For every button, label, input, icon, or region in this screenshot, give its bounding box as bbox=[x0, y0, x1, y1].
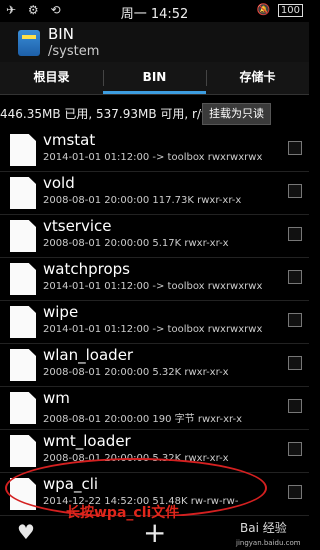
file-meta: 2008-08-01 20:00:00 5.32K rwxr-xr-x bbox=[43, 453, 229, 464]
file-meta: 2008-08-01 20:00:00 117.73K rwxr-xr-x bbox=[43, 195, 242, 206]
file-row[interactable]: wipe 2014-01-01 01:12:00 -> toolbox rwxr… bbox=[0, 300, 309, 344]
file-checkbox[interactable] bbox=[288, 442, 302, 456]
watermark-logo: Bai 经验 bbox=[240, 521, 287, 535]
storage-info: 446.35MB 已用, 537.93MB 可用, r/w bbox=[0, 107, 211, 121]
file-name: wpa_cli bbox=[43, 475, 99, 493]
heart-icon[interactable]: ♥ bbox=[17, 520, 35, 544]
file-icon bbox=[10, 177, 36, 209]
file-checkbox[interactable] bbox=[288, 270, 302, 284]
file-meta: 2008-08-01 20:00:00 5.17K rwxr-xr-x bbox=[43, 238, 229, 249]
file-row[interactable]: wm 2008-08-01 20:00:00 190 字节 rwxr-xr-x bbox=[0, 386, 309, 430]
page-title: BIN bbox=[48, 25, 74, 43]
file-icon bbox=[10, 134, 36, 166]
file-name: wmt_loader bbox=[43, 432, 131, 450]
mute-icon: 🔕 bbox=[256, 3, 271, 16]
file-name: wlan_loader bbox=[43, 346, 134, 364]
current-path: /system bbox=[48, 44, 100, 59]
tab-root[interactable]: 根目录 bbox=[0, 62, 103, 94]
mount-readonly-button[interactable]: 挂载为只读 bbox=[202, 103, 271, 125]
file-row[interactable]: wmt_loader 2008-08-01 20:00:00 5.32K rwx… bbox=[0, 429, 309, 473]
file-meta: 2008-08-01 20:00:00 190 字节 rwxr-xr-x bbox=[43, 414, 243, 425]
file-name: vtservice bbox=[43, 217, 112, 235]
status-right: 🔕 100 bbox=[256, 3, 303, 17]
file-checkbox[interactable] bbox=[288, 184, 302, 198]
file-name: vmstat bbox=[43, 131, 96, 149]
status-bar: ✈ ⚙ ⟲ 周一 14:52 🔕 100 bbox=[0, 0, 309, 22]
tab-bar: 根目录 BIN 存储卡 bbox=[0, 62, 309, 95]
file-checkbox[interactable] bbox=[288, 356, 302, 370]
file-checkbox[interactable] bbox=[288, 399, 302, 413]
file-row[interactable]: vtservice 2008-08-01 20:00:00 5.17K rwxr… bbox=[0, 214, 309, 258]
battery-icon: 100 bbox=[277, 4, 303, 17]
file-row[interactable]: vmstat 2014-01-01 01:12:00 -> toolbox rw… bbox=[0, 128, 309, 172]
file-icon bbox=[10, 392, 36, 424]
file-icon bbox=[10, 306, 36, 338]
tab-active-indicator bbox=[103, 91, 206, 94]
file-meta: 2014-01-01 01:12:00 -> toolbox rwxrwxrwx bbox=[43, 281, 263, 292]
tab-sdcard[interactable]: 存储卡 bbox=[206, 62, 309, 94]
annotation-text: 长按wpa_cli文件 bbox=[66, 505, 180, 521]
file-row[interactable]: wlan_loader 2008-08-01 20:00:00 5.32K rw… bbox=[0, 343, 309, 387]
file-icon bbox=[10, 220, 36, 252]
file-checkbox[interactable] bbox=[288, 141, 302, 155]
watermark-url: jingyan.baidu.com bbox=[236, 539, 301, 547]
file-name: wm bbox=[43, 389, 70, 407]
file-name: wipe bbox=[43, 303, 79, 321]
file-name: watchprops bbox=[43, 260, 130, 278]
file-icon bbox=[10, 478, 36, 510]
file-checkbox[interactable] bbox=[288, 485, 302, 499]
file-name: vold bbox=[43, 174, 75, 192]
file-icon bbox=[10, 435, 36, 467]
file-row[interactable]: watchprops 2014-01-01 01:12:00 -> toolbo… bbox=[0, 257, 309, 301]
storage-info-bar: 446.35MB 已用, 537.93MB 可用, r/w 挂载为只读 bbox=[0, 101, 309, 127]
file-meta: 2008-08-01 20:00:00 5.32K rwxr-xr-x bbox=[43, 367, 229, 378]
file-checkbox[interactable] bbox=[288, 313, 302, 327]
tab-bin[interactable]: BIN bbox=[103, 62, 206, 94]
app-icon[interactable] bbox=[18, 30, 40, 56]
file-checkbox[interactable] bbox=[288, 227, 302, 241]
app-title-bar: BIN /system bbox=[0, 22, 309, 62]
file-icon bbox=[10, 263, 36, 295]
file-meta: 2014-01-01 01:12:00 -> toolbox rwxrwxrwx bbox=[43, 152, 263, 163]
file-icon bbox=[10, 349, 36, 381]
file-meta: 2014-01-01 01:12:00 -> toolbox rwxrwxrwx bbox=[43, 324, 263, 335]
file-row[interactable]: vold 2008-08-01 20:00:00 117.73K rwxr-xr… bbox=[0, 171, 309, 215]
